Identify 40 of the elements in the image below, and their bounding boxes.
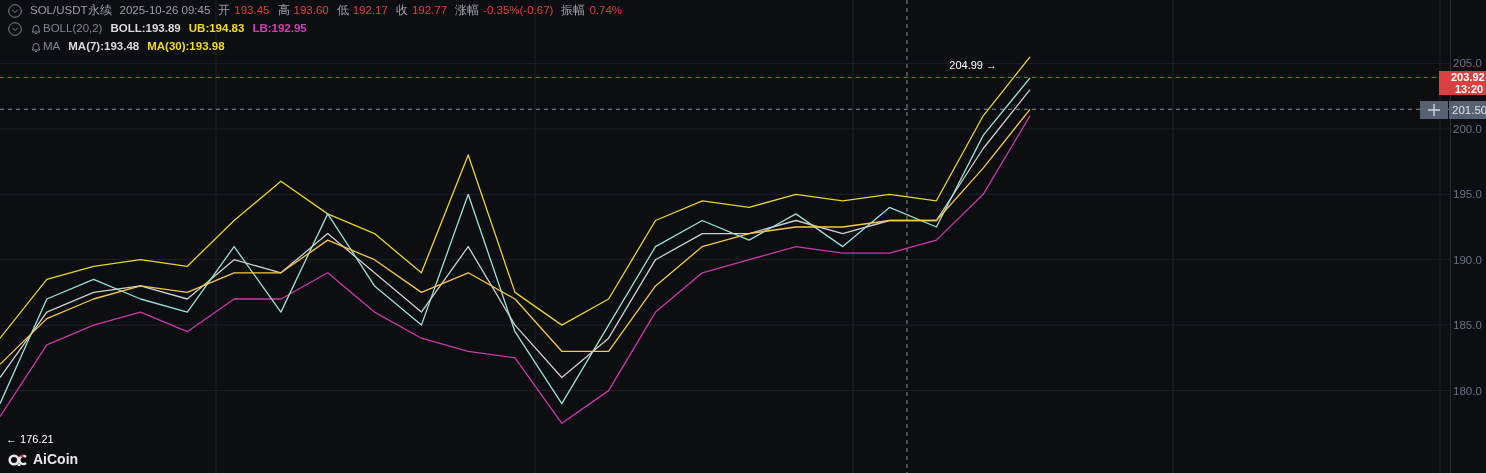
plus-icon xyxy=(1428,104,1440,117)
stat-value: 192.17 xyxy=(352,3,388,18)
indicator-value: UB:194.83 xyxy=(188,21,245,36)
indicator-value: MA(30):193.98 xyxy=(147,39,225,54)
logo-icon xyxy=(8,453,28,466)
stat-label: 涨幅 xyxy=(455,3,480,18)
price-axis-label: 200.0 xyxy=(1453,121,1482,136)
price-axis-label: 190.0 xyxy=(1453,252,1482,267)
price-axis-label: 185.0 xyxy=(1453,318,1482,333)
bell-icon[interactable] xyxy=(30,40,42,53)
stat-value: 193.60 xyxy=(293,3,329,18)
price-marker: ← 176.21 xyxy=(6,433,54,445)
countdown-timer: 13:20 xyxy=(1454,82,1485,95)
app-logo: AiCoin xyxy=(8,449,79,470)
stat-label: 低 xyxy=(336,3,349,18)
collapse-icon[interactable] xyxy=(8,21,22,36)
stat-label: 收 xyxy=(395,3,408,18)
indicator-name: BOLL(20,2) xyxy=(43,21,103,36)
stat-value: 192.77 xyxy=(411,3,448,18)
symbol-label: SOL/USDT永续 xyxy=(30,3,112,18)
indicator-value: LB:192.95 xyxy=(252,21,307,36)
stat-value: -0.35%(-0.67) xyxy=(483,3,554,18)
stat-label: 开 xyxy=(218,3,231,18)
indicator-name: MA xyxy=(43,39,61,54)
price-axis-label: 195.0 xyxy=(1453,187,1482,202)
price-axis-label: 205.0 xyxy=(1453,56,1482,71)
stat-value: 0.74% xyxy=(589,3,622,18)
indicator-value: MA(7):193.48 xyxy=(68,39,140,54)
last-price-value: 203.92 xyxy=(1450,70,1486,83)
crosshair-price-tag: 201.50 xyxy=(1449,101,1486,120)
stat-label: 高 xyxy=(277,3,290,18)
bell-icon[interactable] xyxy=(30,22,42,35)
stat-label: 振幅 xyxy=(561,3,586,18)
stat-value: 193.45 xyxy=(234,3,270,18)
add-order-button[interactable] xyxy=(1420,101,1448,120)
collapse-icon[interactable] xyxy=(8,3,22,18)
indicator-value: BOLL:193.89 xyxy=(110,21,181,36)
price-axis-label: 180.0 xyxy=(1453,383,1482,398)
price-marker: 204.99 → xyxy=(949,59,997,71)
timestamp: 2025-10-26 09:45 xyxy=(119,3,211,18)
